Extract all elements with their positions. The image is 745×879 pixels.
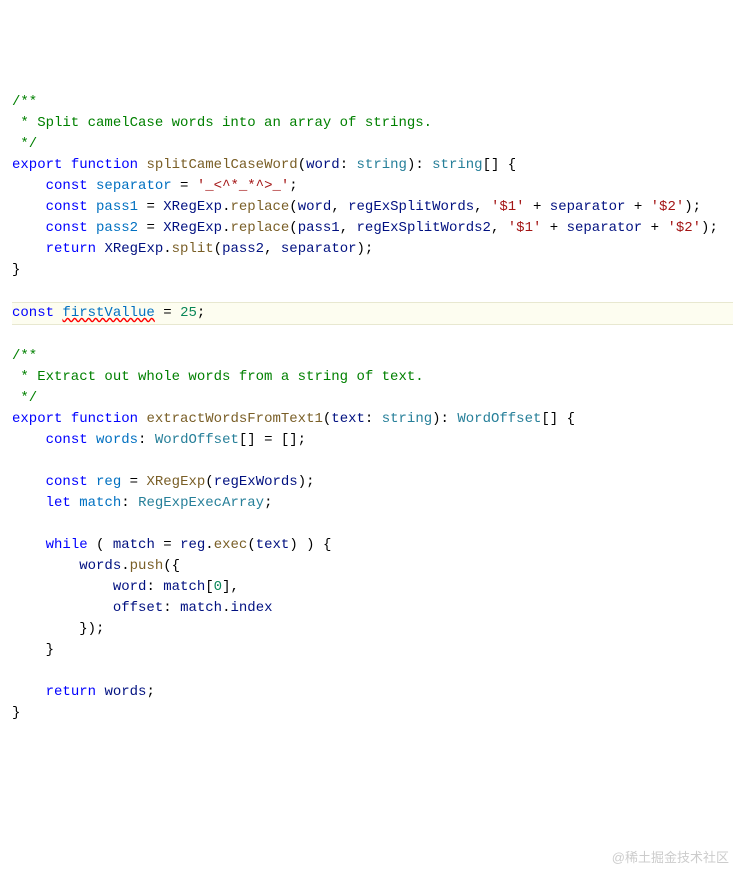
type: WordOffset bbox=[155, 432, 239, 448]
method: push bbox=[130, 558, 164, 574]
number-literal: 25 bbox=[180, 305, 197, 321]
parameter: word bbox=[306, 157, 340, 173]
keyword-function: function bbox=[71, 157, 138, 173]
keyword-export: export bbox=[12, 411, 62, 427]
variable: pass1 bbox=[96, 199, 138, 215]
number-literal: 0 bbox=[214, 579, 222, 595]
comment-line: * Split camelCase words into an array of… bbox=[12, 115, 432, 131]
highlighted-line: const firstVallue = 25; bbox=[12, 302, 733, 325]
property-key: offset bbox=[113, 600, 163, 616]
property-key: word bbox=[113, 579, 147, 595]
identifier: XRegExp bbox=[104, 241, 163, 257]
identifier: words bbox=[79, 558, 121, 574]
variable: match bbox=[79, 495, 121, 511]
property: index bbox=[230, 600, 272, 616]
return-type: WordOffset bbox=[457, 411, 541, 427]
keyword-const: const bbox=[46, 199, 88, 215]
keyword-let: let bbox=[46, 495, 71, 511]
function-name: extractWordsFromText1 bbox=[146, 411, 322, 427]
comment-line: */ bbox=[12, 136, 37, 152]
variable: separator bbox=[96, 178, 172, 194]
comment-line: */ bbox=[12, 390, 37, 406]
parameter: text bbox=[331, 411, 365, 427]
string-literal: '$2' bbox=[667, 220, 701, 236]
code-block: /** * Split camelCase words into an arra… bbox=[12, 92, 733, 724]
string-literal: '_<^*_*^>_' bbox=[197, 178, 289, 194]
type: string bbox=[357, 157, 407, 173]
comment-line: /** bbox=[12, 348, 37, 364]
type: RegExpExecArray bbox=[138, 495, 264, 511]
type: string bbox=[382, 411, 432, 427]
keyword-return: return bbox=[46, 684, 96, 700]
string-literal: '$1' bbox=[491, 199, 525, 215]
method: replace bbox=[230, 199, 289, 215]
function-call: XRegExp bbox=[146, 474, 205, 490]
comment-line: /** bbox=[12, 94, 37, 110]
string-literal: '$1' bbox=[508, 220, 542, 236]
function-name: splitCamelCaseWord bbox=[146, 157, 297, 173]
comment-line: * Extract out whole words from a string … bbox=[12, 369, 424, 385]
keyword-const: const bbox=[12, 305, 54, 321]
keyword-function: function bbox=[71, 411, 138, 427]
return-type: string bbox=[432, 157, 482, 173]
keyword-const: const bbox=[46, 432, 88, 448]
keyword-export: export bbox=[12, 157, 62, 173]
keyword-while: while bbox=[46, 537, 88, 553]
variable-with-error: firstVallue bbox=[62, 305, 154, 321]
method: replace bbox=[230, 220, 289, 236]
keyword-const: const bbox=[46, 178, 88, 194]
identifier: XRegExp bbox=[163, 199, 222, 215]
watermark: @稀土掘金技术社区 bbox=[612, 848, 729, 868]
string-literal: '$2' bbox=[651, 199, 685, 215]
variable: words bbox=[96, 432, 138, 448]
variable: reg bbox=[96, 474, 121, 490]
keyword-const: const bbox=[46, 474, 88, 490]
variable: pass2 bbox=[96, 220, 138, 236]
keyword-return: return bbox=[46, 241, 96, 257]
identifier: XRegExp bbox=[163, 220, 222, 236]
keyword-const: const bbox=[46, 220, 88, 236]
method: exec bbox=[214, 537, 248, 553]
method: split bbox=[172, 241, 214, 257]
